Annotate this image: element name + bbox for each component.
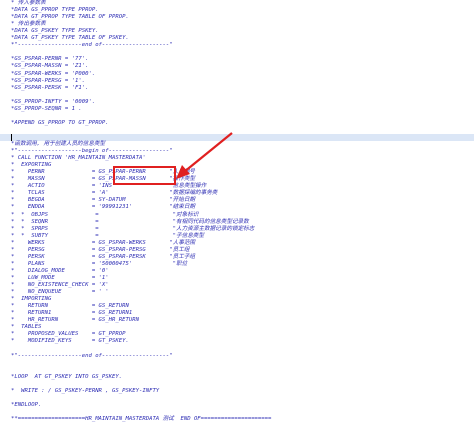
text-cursor [11,133,12,141]
code-line[interactable]: * TABLES [0,324,474,331]
code-line[interactable]: * RETURN = GS_RETURN [0,303,474,310]
code-line[interactable]: *"-------------------begin of-----------… [0,148,474,155]
code-line[interactable] [0,360,474,367]
code-line[interactable]: * HR_RETURN = GS_HR_RETURN [0,317,474,324]
code-editor[interactable]: * 传入参数表 *DATA GS_PPROP TYPE PPROP. *DATA G… [0,0,474,424]
code-line[interactable]: * PERSK = GS_PSPAR-PERSK "员工子组 [0,254,474,261]
code-line[interactable] [0,345,474,352]
code-line[interactable]: *GS_PSPAR-MASSN = 'Z1'. [0,63,474,70]
code-line[interactable]: *GS_PSPAR-WERKS = 'P000'. [0,71,474,78]
code-line[interactable]: *DATA GT_PSKEY TYPE TABLE OF PSKEY. [0,35,474,42]
code-line[interactable]: *GS_PSPAR-PERNR = '77'. [0,56,474,63]
highlight-box-pernr [113,166,176,185]
code-line[interactable]: * CALL FUNCTION 'HR_MAINTAIN_MASTERDATA' [0,155,474,162]
code-line[interactable]: *GS_PPROP-SEQNR = 1 . [0,106,474,113]
code-line[interactable] [0,49,474,56]
code-line[interactable] [0,127,474,134]
code-line[interactable]: * WRITE : / GS_PSKEY-PERNR , GS_PSKEY-IN… [0,388,474,395]
code-line[interactable]: * MODIFIED_KEYS = GT_PSKEY. [0,338,474,345]
code-line[interactable]: * WERKS = GS_PSPAR-WERKS "人事范围 [0,240,474,247]
code-line[interactable]: * NO_ENQUEUE = ' ' [0,289,474,296]
code-line[interactable]: *GS_PSPAR-PERSG = '1'. [0,78,474,85]
code-line[interactable]: * 传出参数表 [0,21,474,28]
code-line[interactable]: * * SUBTY = "子信息类型 [0,233,474,240]
code-line[interactable]: * ENDDA = '99991231' "结束日期 [0,204,474,211]
code-line[interactable]: * 传入参数表 [0,0,474,7]
code-line[interactable]: *DATA GS_PSKEY TYPE PSKEY. [0,28,474,35]
code-line[interactable]: *函数调用, 用于创建人员的信息类型 [0,141,474,148]
code-line[interactable]: * PROPOSED_VALUES = GT_PPROP [0,331,474,338]
code-line[interactable]: *ENDLOOP. [0,402,474,409]
code-line[interactable] [0,92,474,99]
code-line[interactable]: *"-------------------end of-------------… [0,353,474,360]
code-line[interactable]: *APPEND GS_PPROP TO GT_PPROP. [0,120,474,127]
code-line[interactable]: *DATA GT_PPROP TYPE TABLE OF PPROP. [0,14,474,21]
code-line[interactable]: * * SPRPS = "人力资源主数据记录的锁定标志 [0,226,474,233]
code-line[interactable]: * * OBJPS = "对象标识 [0,212,474,219]
code-line[interactable]: * * SEQNR = "有相同代码的信息类型记录数 [0,219,474,226]
code-line[interactable] [0,409,474,416]
code-line[interactable] [0,381,474,388]
code-line[interactable]: *GS_PSPAR-PERSK = 'F1'. [0,85,474,92]
code-line[interactable]: * PLANS = '50000475' "职位 [0,261,474,268]
code-line[interactable]: *DATA GS_PPROP TYPE PPROP. [0,7,474,14]
code-line[interactable]: * PERSG = GS_PSPAR-PERSG "员工组 [0,247,474,254]
code-line[interactable]: * NO_EXISTENCE_CHECK = 'X' [0,282,474,289]
code-line[interactable] [0,395,474,402]
code-line[interactable]: *LOOP AT GT_PSKEY INTO GS_PSKEY. [0,374,474,381]
code-line[interactable] [0,113,474,120]
code-line[interactable]: **====================HR_MAINTAIN_MASTER… [0,416,474,423]
code-line[interactable] [0,133,474,141]
code-line[interactable] [0,367,474,374]
code-line[interactable]: * IMPORTING [0,296,474,303]
code-line[interactable]: * RETURN1 = GS_RETURN1 [0,310,474,317]
code-line[interactable]: * LUW_MODE = '1' [0,275,474,282]
code-line[interactable]: *GS_PPROP-INFTY = '0009'. [0,99,474,106]
code-line[interactable]: * DIALOG_MODE = '0' [0,268,474,275]
code-line[interactable]: *"-------------------end of-------------… [0,42,474,49]
